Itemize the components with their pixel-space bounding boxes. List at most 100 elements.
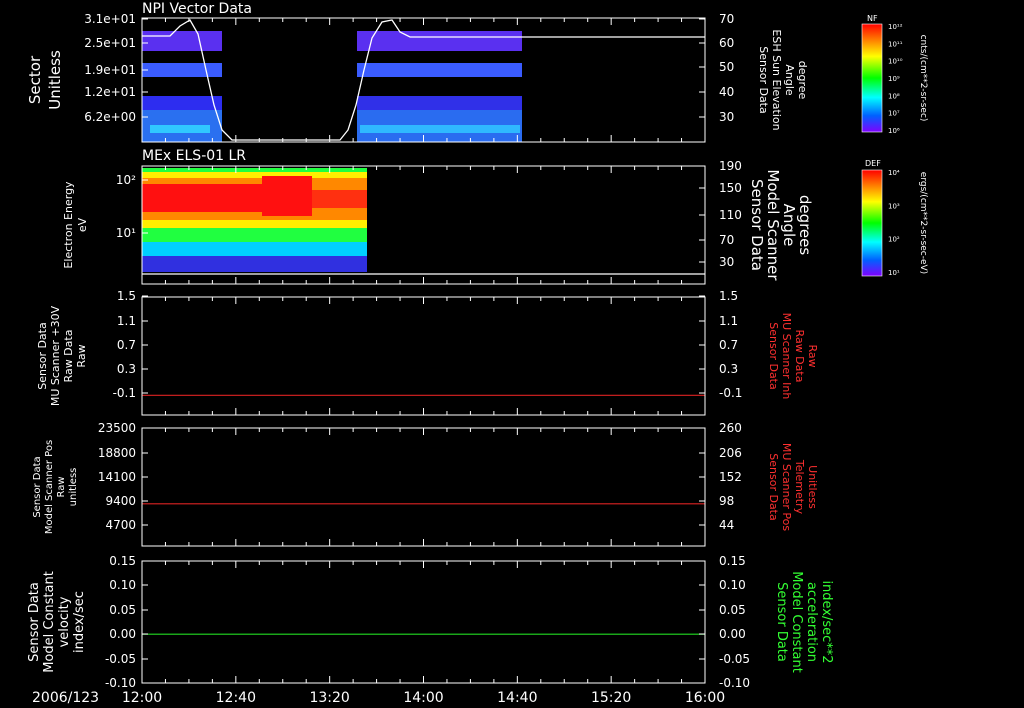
y-tick-label-right: 30 [719,255,734,269]
panel3-frame [141,296,706,416]
heatmap-cell [142,63,222,77]
colorbar-tick-label: 10¹² [888,23,903,31]
y-tick-label-left: 18800 [98,446,136,460]
time-tick-label: 12:40 [216,690,256,706]
y-tick-label-right: -0.10 [719,676,750,690]
y-tick-label-right: 0.7 [719,338,738,352]
y-tick-label-right: 70 [719,12,734,26]
axis-label: Sensor Data [36,322,49,389]
colorbar-tick-label: 10¹⁰ [888,58,903,66]
y-tick-label-right: 40 [719,85,734,99]
y-tick-label-right: 0.15 [719,554,746,568]
heatmap-cell [357,96,522,110]
colorbar-nf: NF 10¹² 10¹¹ 10¹⁰ 10⁹ 10⁸ 10⁷ 10⁶ cnts/(cm**2-… [861,14,928,135]
y-tick-label-left: 10¹ [116,226,136,240]
heatmap-cell [142,31,222,51]
y-tick-label-left: -0.05 [105,652,136,666]
y-tick-label-left: 4700 [105,518,136,532]
colorbar-unit: cnts/(cm**2-sr-sec) [918,35,928,122]
axis-label: Sensor Data [32,456,43,517]
y-tick-label-left: 2.5e+01 [84,36,136,50]
colorbar-tick-label: 10¹¹ [888,40,903,48]
axis-label: Model Scanner Pos [44,440,55,534]
y-tick-label-left: 1.1 [117,314,136,328]
colorbar-def: DEF 10⁴ 10³ 10² 10¹ ergs/(cm**2-sr-sec-eV) [861,159,928,277]
y-tick-label-right: 190 [719,159,742,173]
time-tick-label: 14:40 [497,690,537,706]
y-tick-label-right: 70 [719,233,734,247]
panel5-left-label: Sensor Data Model Constant velocity inde… [27,571,87,673]
panel3-right-label: Sensor Data MU Scanner Inh Raw Data Raw [767,313,819,400]
panel2-right-label: Sensor Data Model Scanner Angle degrees [748,169,814,281]
spectrogram-band [262,176,312,216]
colorbar-gradient [861,169,883,277]
axis-label: Sensor Data [774,582,789,662]
y-tick-label-left: 0.7 [117,338,136,352]
panel-npi-vector: NPI Vector Data 3.1e+01 2.5e+01 1.9e+01 1.2… [26,1,809,143]
axis-label: Raw [75,344,88,367]
y-tick-label-right: 152 [719,470,742,484]
heatmap-cell [357,31,522,51]
axis-label: Electron Energy [62,181,75,269]
time-tick-label: 12:00 [122,690,162,706]
panel3-left-label: Sensor Data MU Scanner +30V Raw Data Raw [36,305,88,406]
colorbar-tick-label: 10¹ [888,269,900,277]
panel4-right-label: Sensor Data MU Scanner Pos Telemetry Uni… [767,443,819,532]
axis-label: MU Scanner Inh [780,313,793,400]
y-tick-label-left: 0.05 [109,603,136,617]
y-tick-label-right: 0.3 [719,362,738,376]
axis-label: ESH Sun Elevation [770,29,783,130]
axis-label: unitless [68,468,79,507]
colorbar-gradient [861,23,883,133]
y-tick-label-left: 1.9e+01 [84,63,136,77]
y-tick-label-left: 9400 [105,494,136,508]
time-axis: 12:00 12:40 13:20 14:00 14:40 15:20 16:00 [122,690,725,706]
axis-label: Model Constant [42,571,57,673]
y-tick-label-left: 0.15 [109,554,136,568]
y-tick-label-right: 206 [719,446,742,460]
heatmap-cell [150,125,210,133]
y-tick-label-right: 98 [719,494,734,508]
time-tick-label: 16:00 [685,690,725,706]
heatmap-cell [360,125,520,133]
axis-label: degrees [796,195,814,256]
axis-label: index/sec [72,591,87,653]
y-tick-label-right: 0.05 [719,603,746,617]
y-tick-label-left: 6.2e+00 [84,110,136,124]
time-tick-label: 15:20 [591,690,631,706]
y-tick-label-left: -0.1 [113,386,136,400]
axis-label: MU Scanner +30V [49,305,62,406]
axis-label: degree [796,61,809,100]
heatmap-cell [142,96,222,110]
y-tick-label-left: 1.2e+01 [84,85,136,99]
colorbar-tick-label: 10⁶ [888,127,900,135]
y-tick-label-left: 10² [116,173,136,187]
axis-label: Unitless [806,465,819,509]
spectrogram-band [142,256,367,272]
axis-label: Sensor Data [757,46,770,113]
y-tick-label-right: 50 [719,60,734,74]
colorbar-unit: ergs/(cm**2-sr-sec-eV) [918,172,928,274]
y-tick-label-right: 110 [719,208,742,222]
axis-label: index/sec**2 [819,580,834,663]
panel4-frame [141,427,706,547]
y-tick-label-right: 260 [719,421,742,435]
colorbar-tick-label: 10⁷ [888,110,900,118]
panel-model-constant: 0.15 0.10 0.05 0.00 -0.05 -0.10 0.15 0.10 0.05 0.… [27,554,834,690]
panel-scanner-pos: 23500 18800 14100 9400 4700 260 206 152 98 44 Sen… [32,421,819,547]
y-tick-label-right: 1.5 [719,289,738,303]
y-tick-label-right: 44 [719,518,734,532]
colorbar-tick-label: 10⁸ [888,92,900,100]
axis-label: Raw Data [793,330,806,383]
colorbar-title: NF [867,14,878,23]
y-tick-label-left: 0.00 [109,627,136,641]
axis-label: Sensor Data [767,453,780,520]
y-tick-label-left: 14100 [98,470,136,484]
time-tick-label: 14:00 [403,690,443,706]
y-tick-label-left: 0.3 [117,362,136,376]
panel5-right-label: Sensor Data Model Constant acceleration … [774,571,834,673]
colorbar-tick-label: 10⁴ [888,169,900,177]
colorbar-title: DEF [865,159,881,168]
axis-label: Model Constant [789,571,804,673]
y-tick-label-right: 0.00 [719,627,746,641]
